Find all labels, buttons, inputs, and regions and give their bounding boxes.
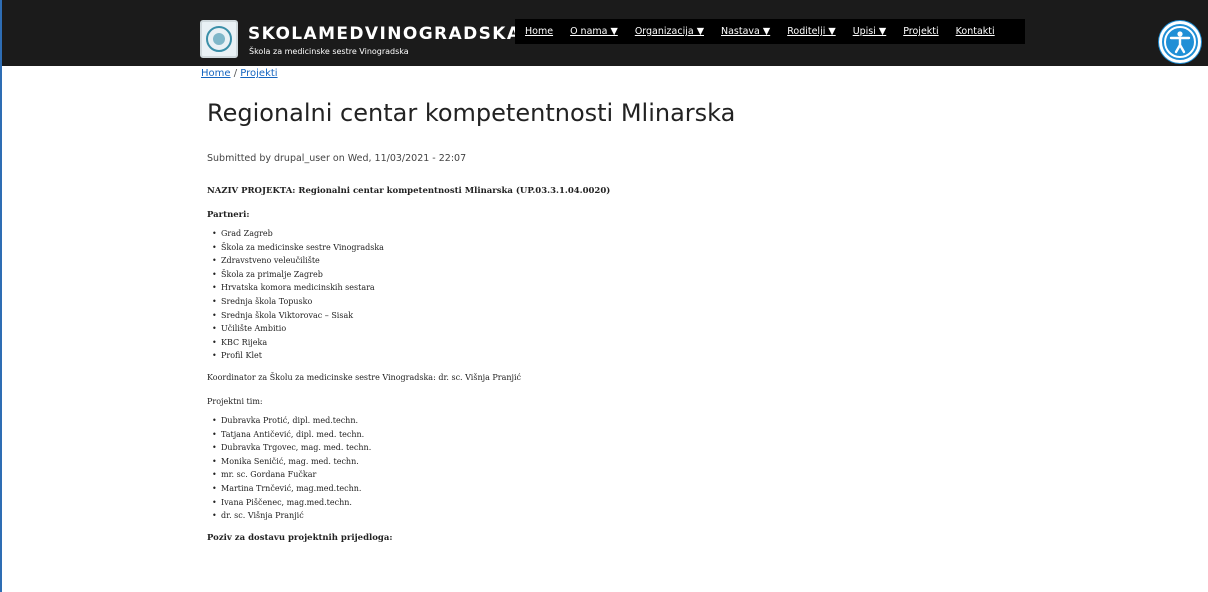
nav-organizacija[interactable]: Organizacija ▼ bbox=[635, 26, 704, 37]
main-navigation: Home O nama ▼ Organizacija ▼ Nastava ▼ R… bbox=[515, 19, 1025, 44]
nav-home[interactable]: Home bbox=[525, 26, 553, 37]
breadcrumb-projekti[interactable]: Projekti bbox=[240, 68, 277, 79]
list-item: Dubravka Trgovec, mag. med. techn. bbox=[207, 443, 907, 457]
article-body: NAZIV PROJEKTA: Regionalni centar kompet… bbox=[207, 186, 907, 546]
window-border bbox=[0, 0, 2, 592]
logo-core bbox=[213, 33, 225, 45]
nav-projekti[interactable]: Projekti bbox=[903, 26, 938, 37]
list-item: Zdravstveno veleučilište bbox=[207, 256, 907, 270]
list-item: Grad Zagreb bbox=[207, 229, 907, 243]
nav-upisi[interactable]: Upisi ▼ bbox=[853, 26, 887, 37]
list-item: Škola za primalje Zagreb bbox=[207, 270, 907, 284]
list-item: Tatjana Antičević, dipl. med. techn. bbox=[207, 430, 907, 444]
list-item: Hrvatska komora medicinskih sestara bbox=[207, 283, 907, 297]
list-item: Škola za medicinske sestre Vinogradska bbox=[207, 243, 907, 257]
breadcrumb: Home / Projekti bbox=[201, 68, 278, 79]
list-item: Dubravka Protić, dipl. med.techn. bbox=[207, 416, 907, 430]
list-item: Monika Seničić, mag. med. techn. bbox=[207, 457, 907, 471]
accessibility-figure-icon bbox=[1164, 26, 1196, 58]
site-title[interactable]: SKOLAMEDVINOGRADSKA bbox=[248, 24, 521, 44]
partners-list: Grad Zagreb Škola za medicinske sestre V… bbox=[207, 229, 907, 365]
list-item: mr. sc. Gordana Fučkar bbox=[207, 470, 907, 484]
site-subtitle: Škola za medicinske sestre Vinogradska bbox=[249, 47, 409, 56]
submitted-info: Submitted by drupal_user on Wed, 11/03/2… bbox=[207, 153, 467, 164]
accessibility-icon[interactable] bbox=[1159, 21, 1201, 63]
coordinator-text: Koordinator za Školu za medicinske sestr… bbox=[207, 372, 522, 382]
nav-o-nama[interactable]: O nama ▼ bbox=[570, 26, 618, 37]
list-item: Srednja škola Viktorovac – Sisak bbox=[207, 311, 907, 325]
breadcrumb-separator: / bbox=[233, 68, 238, 79]
project-name: NAZIV PROJEKTA: Regionalni centar kompet… bbox=[207, 186, 611, 196]
nav-roditelji[interactable]: Roditelji ▼ bbox=[787, 26, 835, 37]
nav-nastava[interactable]: Nastava ▼ bbox=[721, 26, 770, 37]
site-header: SKOLAMEDVINOGRADSKA Škola za medicinske … bbox=[0, 0, 1208, 66]
page-title: Regionalni centar kompetentnosti Mlinars… bbox=[207, 99, 736, 127]
list-item: Martina Trnčević, mag.med.techn. bbox=[207, 484, 907, 498]
team-list: Dubravka Protić, dipl. med.techn. Tatjan… bbox=[207, 416, 907, 525]
list-item: dr. sc. Višnja Pranjić bbox=[207, 511, 907, 525]
list-item: Učilište Ambitio bbox=[207, 324, 907, 338]
nav-kontakti[interactable]: Kontakti bbox=[956, 26, 995, 37]
call-heading: Poziv za dostavu projektnih prijedloga: bbox=[207, 532, 393, 543]
list-item: Srednja škola Topusko bbox=[207, 297, 907, 311]
school-logo-icon[interactable] bbox=[200, 20, 238, 58]
team-heading: Projektni tim: bbox=[207, 396, 263, 406]
partners-heading: Partneri: bbox=[207, 210, 250, 220]
list-item: KBC Rijeka bbox=[207, 338, 907, 352]
list-item: Profil Klet bbox=[207, 351, 907, 365]
list-item: Ivana Piščenec, mag.med.techn. bbox=[207, 498, 907, 512]
breadcrumb-home[interactable]: Home bbox=[201, 68, 231, 79]
